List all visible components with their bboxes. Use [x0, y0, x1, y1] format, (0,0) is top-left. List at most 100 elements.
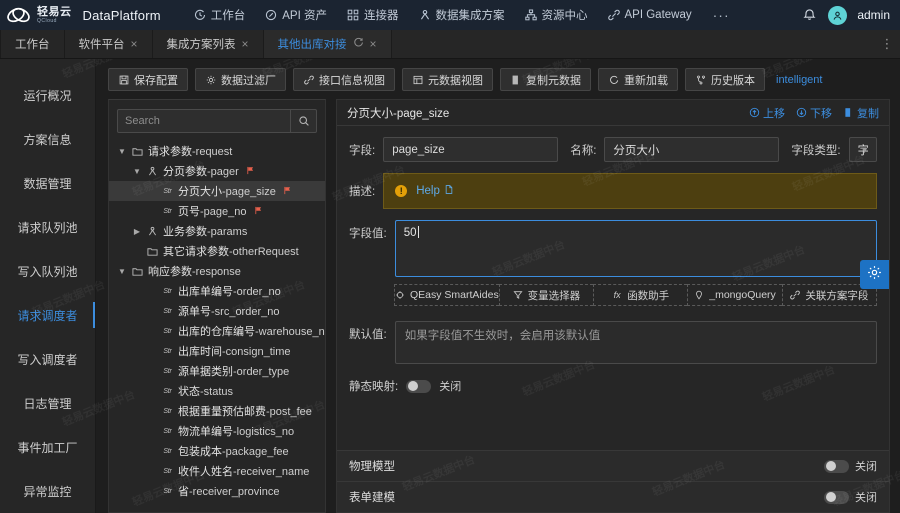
folder-icon: [131, 266, 144, 277]
intelligent-tag[interactable]: intelligent: [776, 74, 822, 86]
tree-node[interactable]: ▼Str页号-page_no: [109, 201, 325, 221]
help-link[interactable]: Help: [416, 184, 454, 198]
copy-field-button[interactable]: 复制: [843, 105, 879, 121]
field-key-input[interactable]: [383, 137, 559, 162]
nav-item-label: API 资产: [282, 10, 327, 22]
tab-overflow-menu-icon[interactable]: ⋮: [874, 30, 900, 58]
search-icon[interactable]: [290, 110, 316, 132]
tree-node-label: 业务参数-params: [163, 226, 248, 238]
tree-node[interactable]: ▼Str出库的仓库编号-warehouse_no: [109, 321, 325, 341]
sidebar-item-label: 日志管理: [23, 396, 72, 411]
history-version-button[interactable]: 历史版本: [685, 68, 765, 91]
nav-item-resource-center[interactable]: 资源中心: [516, 3, 597, 27]
chevron-down-icon[interactable]: ▼: [132, 167, 142, 176]
sidebar-item-overview[interactable]: 运行概况: [0, 73, 95, 117]
api-info-view-button[interactable]: 接口信息视图: [293, 68, 395, 91]
tree-node[interactable]: ▼Str源单据类别-order_type: [109, 361, 325, 381]
refresh-icon[interactable]: [353, 37, 364, 51]
nav-item-label: 连接器: [364, 10, 399, 22]
tree-node[interactable]: ▼ 分页参数-pager: [109, 161, 325, 181]
button-label: 复制元数据: [526, 74, 581, 87]
search-input[interactable]: [118, 110, 290, 132]
tree-node[interactable]: ▼Str源单号-src_order_no: [109, 301, 325, 321]
copy-icon: [510, 74, 521, 85]
default-value-textarea[interactable]: 如果字段值不生效时，会启用该默认值: [394, 321, 877, 364]
field-type-value[interactable]: [848, 137, 877, 162]
tree-node[interactable]: ▼Str出库单编号-order_no: [109, 281, 325, 301]
chevron-right-icon[interactable]: ▶: [132, 227, 142, 236]
tree-node[interactable]: ▼ 响应参数-response: [109, 261, 325, 281]
bell-icon[interactable]: [802, 7, 818, 23]
sidebar-item-exception-monitor[interactable]: 异常监控: [0, 469, 95, 513]
section-title: 表单建模: [349, 492, 395, 504]
field-type-select[interactable]: ▼: [848, 137, 877, 162]
tab-workbench[interactable]: 工作台: [0, 30, 65, 58]
chevron-down-icon[interactable]: ▼: [117, 267, 127, 276]
move-down-button[interactable]: 下移: [796, 105, 832, 121]
nav-item-data-integration[interactable]: 数据集成方案: [410, 3, 514, 27]
form-modeling-toggle[interactable]: [824, 490, 849, 504]
nav-item-label: API Gateway: [624, 9, 692, 21]
tree-node[interactable]: ▼Str分页大小-page_size: [109, 181, 325, 201]
tree-node-label: 分页参数-pager: [163, 166, 239, 178]
tab-integration-list[interactable]: 集成方案列表 ×: [153, 30, 264, 58]
form-modeling-section[interactable]: 表单建模 关闭: [337, 481, 889, 512]
sidebar-item-request-scheduler[interactable]: 请求调度者: [0, 293, 95, 337]
mongo-query-button[interactable]: _mongoQuery: [687, 284, 782, 306]
chevron-down-icon[interactable]: ▼: [117, 147, 127, 156]
tab-other-outbound[interactable]: 其他出库对接 ×: [263, 30, 392, 58]
physical-model-toggle[interactable]: [824, 459, 849, 473]
tree-node[interactable]: ▼Str省-receiver_province: [109, 481, 325, 501]
tree-node[interactable]: ▼Str出库时间-consign_time: [109, 341, 325, 361]
qeasy-smartaides-button[interactable]: QEasy SmartAides: [394, 284, 499, 306]
nav-item-api-gateway[interactable]: API Gateway: [599, 5, 701, 25]
static-mapping-toggle[interactable]: [406, 379, 432, 393]
close-icon[interactable]: ×: [370, 38, 377, 50]
copy-metadata-button[interactable]: 复制元数据: [500, 68, 591, 91]
sidebar-item-data-management[interactable]: 数据管理: [0, 161, 95, 205]
nav-item-api-assets[interactable]: API 资产: [256, 3, 336, 27]
tree-node[interactable]: ▼Str包装成本-package_fee: [109, 441, 325, 461]
sidebar-item-log-management[interactable]: 日志管理: [0, 381, 95, 425]
field-value-textarea[interactable]: 50: [394, 220, 877, 277]
data-filter-button[interactable]: 数据过滤厂: [195, 68, 286, 91]
tree-node[interactable]: ▼Str收件人姓名-receiver_name: [109, 461, 325, 481]
sidebar-item-write-queue-pool[interactable]: 写入队列池: [0, 249, 95, 293]
warning-icon: !: [395, 185, 408, 197]
sidebar-item-request-queue-pool[interactable]: 请求队列池: [0, 205, 95, 249]
close-icon[interactable]: ×: [131, 38, 138, 50]
reload-button[interactable]: 重新加载: [598, 68, 678, 91]
tree-node[interactable]: ▼其它请求参数-otherRequest: [109, 241, 325, 261]
metadata-view-button[interactable]: 元数据视图: [402, 68, 493, 91]
physical-model-controls: 关闭: [824, 458, 877, 474]
sidebar-item-write-scheduler[interactable]: 写入调度者: [0, 337, 95, 381]
field-name-input[interactable]: [604, 137, 780, 162]
tree-node[interactable]: ▶ 业务参数-params: [109, 221, 325, 241]
variable-selector-button[interactable]: 变量选择器: [498, 284, 594, 306]
tree-node[interactable]: ▼Str根据重量预估邮费-post_fee: [109, 401, 325, 421]
tree-node[interactable]: ▼ 请求参数-request: [109, 141, 325, 161]
settings-fab-button[interactable]: [860, 260, 889, 289]
close-icon[interactable]: ×: [242, 38, 249, 50]
sidebar-item-event-factory[interactable]: 事件加工厂: [0, 425, 95, 469]
save-config-button[interactable]: 保存配置: [108, 68, 188, 91]
string-type-icon: Str: [163, 347, 172, 355]
move-up-button[interactable]: 上移: [749, 105, 785, 121]
string-type-icon: Str: [163, 387, 172, 395]
function-assistant-button[interactable]: fx 函数助手: [593, 284, 688, 306]
avatar[interactable]: [828, 5, 848, 25]
tree-node-label: 包装成本-package_fee: [178, 446, 289, 458]
nav-more-button[interactable]: ···: [703, 7, 740, 23]
tab-label: 软件平台: [78, 39, 125, 51]
tree-node[interactable]: ▼Str状态-status: [109, 381, 325, 401]
nav-item-workbench[interactable]: 工作台: [185, 3, 255, 27]
nav-item-connector[interactable]: 连接器: [338, 3, 408, 27]
sidebar-item-solution-info[interactable]: 方案信息: [0, 117, 95, 161]
brand-logo[interactable]: 轻易云 QCloud DataPlatform: [6, 5, 161, 25]
default-value-placeholder: 如果字段值不生效时，会启用该默认值: [404, 330, 601, 342]
physical-model-section[interactable]: 物理模型 关闭: [337, 450, 889, 481]
tab-software-platform[interactable]: 软件平台 ×: [65, 30, 153, 58]
tree-node-label: 收件人姓名-receiver_name: [178, 466, 310, 478]
link-icon: [607, 9, 620, 21]
tree-node[interactable]: ▼Str物流单编号-logistics_no: [109, 421, 325, 441]
